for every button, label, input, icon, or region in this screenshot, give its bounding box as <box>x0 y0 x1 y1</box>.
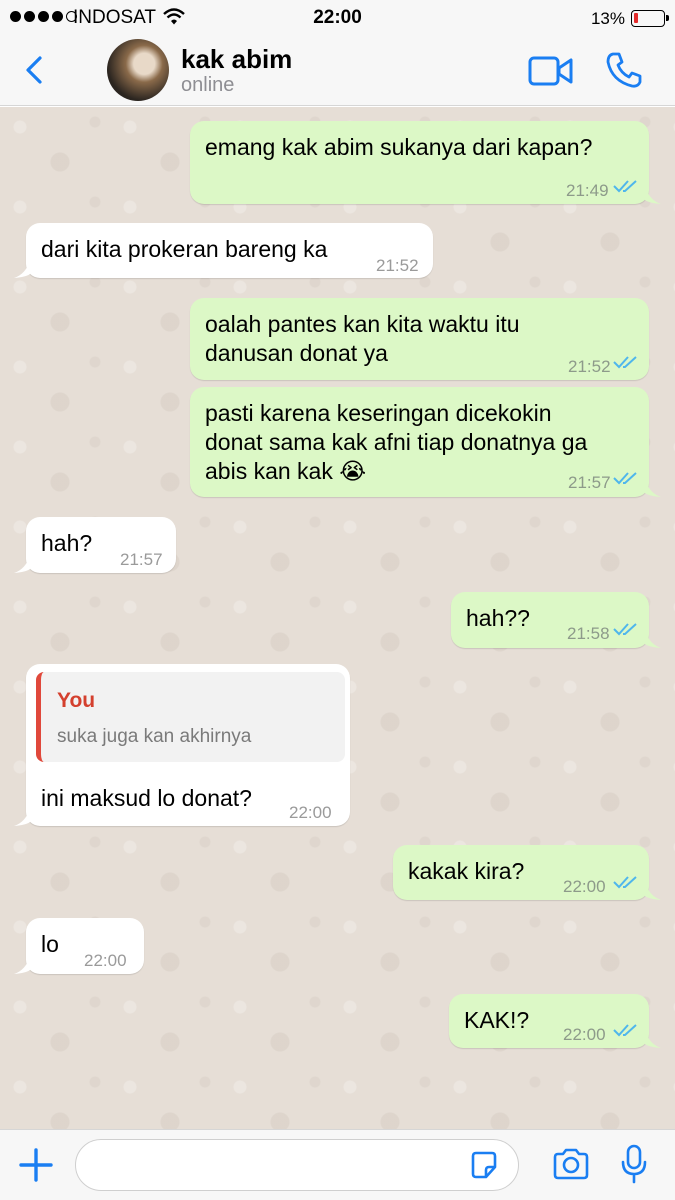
read-receipt-icon <box>613 356 637 369</box>
message-time: 21:49 <box>566 181 609 200</box>
chat-messages-area[interactable]: emang kak abim sukanya dari kapan? 21:49… <box>0 107 675 1129</box>
bubble-tail <box>645 882 661 900</box>
message-bubble-outgoing[interactable]: oalah pantes kan kita waktu itu danusan … <box>190 298 649 380</box>
read-receipt-icon <box>613 472 637 485</box>
status-bar: INDOSAT 22:00 13% <box>0 0 675 36</box>
message-bubble-outgoing[interactable]: hah?? 21:58 <box>451 592 661 648</box>
read-receipt-icon <box>613 1024 637 1037</box>
battery-percent: 13% <box>590 9 625 28</box>
message-text: hah? <box>41 530 93 556</box>
message-text: ini maksud lo donat? <box>41 785 252 811</box>
bubble-tail <box>14 260 30 278</box>
message-time: 22:00 <box>563 877 606 896</box>
read-receipt-icon <box>613 876 637 889</box>
battery-level <box>634 13 638 23</box>
message-time: 21:52 <box>376 256 419 275</box>
battery-icon <box>631 10 669 27</box>
read-receipt-icon <box>613 180 637 193</box>
contact-name[interactable]: kak abim <box>181 44 292 75</box>
message-text: KAK!? <box>464 1007 530 1033</box>
status-time: 22:00 <box>313 7 362 28</box>
message-text: dari kita prokeran bareng ka <box>41 236 328 262</box>
chat-header: kak abim online <box>0 36 675 106</box>
bubble-tail <box>645 630 661 648</box>
phone-call-icon[interactable] <box>604 50 644 90</box>
message-text: emang kak abim sukanya dari kapan? <box>205 134 593 160</box>
message-bubble-outgoing[interactable]: kakak kira? 22:00 <box>393 845 661 900</box>
sticker-icon[interactable] <box>469 1150 499 1180</box>
message-time: 21:52 <box>568 357 611 376</box>
message-input-bar <box>0 1129 675 1200</box>
message-text: hah?? <box>466 605 530 631</box>
camera-icon[interactable] <box>552 1148 590 1180</box>
video-call-icon[interactable] <box>528 54 574 88</box>
message-time: 22:00 <box>289 803 332 822</box>
message-bubble-incoming[interactable]: lo 22:00 <box>14 918 144 974</box>
plus-icon[interactable] <box>18 1147 54 1183</box>
bubble-tail <box>14 956 30 974</box>
message-bubble-incoming-reply[interactable]: You suka juga kan akhirnya ini maksud lo… <box>14 664 350 826</box>
contact-status: online <box>181 74 235 96</box>
bubble-tail <box>645 186 661 204</box>
message-bubble-incoming[interactable]: dari kita prokeran bareng ka 21:52 <box>14 223 433 278</box>
message-time: 21:58 <box>567 624 610 643</box>
read-receipt-icon <box>613 623 637 636</box>
message-text: kakak kira? <box>408 858 525 884</box>
microphone-icon[interactable] <box>620 1144 648 1184</box>
back-chevron-icon[interactable] <box>20 50 50 90</box>
message-input[interactable] <box>75 1139 519 1191</box>
message-bubble-outgoing[interactable]: pasti karena keseringan dicekokin donat … <box>190 387 661 497</box>
message-time: 22:00 <box>84 951 127 970</box>
message-bubble-outgoing[interactable]: KAK!? 22:00 <box>449 994 661 1048</box>
contact-avatar[interactable] <box>107 39 169 101</box>
message-text: lo <box>41 931 59 957</box>
bubble-tail <box>645 1030 661 1048</box>
bubble-tail <box>14 808 30 826</box>
message-time: 22:00 <box>563 1025 606 1044</box>
message-bubble-incoming[interactable]: hah? 21:57 <box>14 517 176 573</box>
message-text: oalah pantes kan kita waktu itu danusan … <box>205 311 520 366</box>
quoted-message[interactable]: You suka juga kan akhirnya <box>36 672 345 762</box>
bubble-tail <box>645 479 661 497</box>
quoted-message-author: You <box>57 689 96 712</box>
message-bubble-outgoing[interactable]: emang kak abim sukanya dari kapan? 21:49 <box>190 121 661 204</box>
message-time: 21:57 <box>568 473 611 492</box>
bubble-tail <box>14 555 30 573</box>
quoted-message-text: suka juga kan akhirnya <box>57 726 252 747</box>
message-time: 21:57 <box>120 550 163 569</box>
message-text: pasti karena keseringan dicekokin donat … <box>205 400 588 484</box>
